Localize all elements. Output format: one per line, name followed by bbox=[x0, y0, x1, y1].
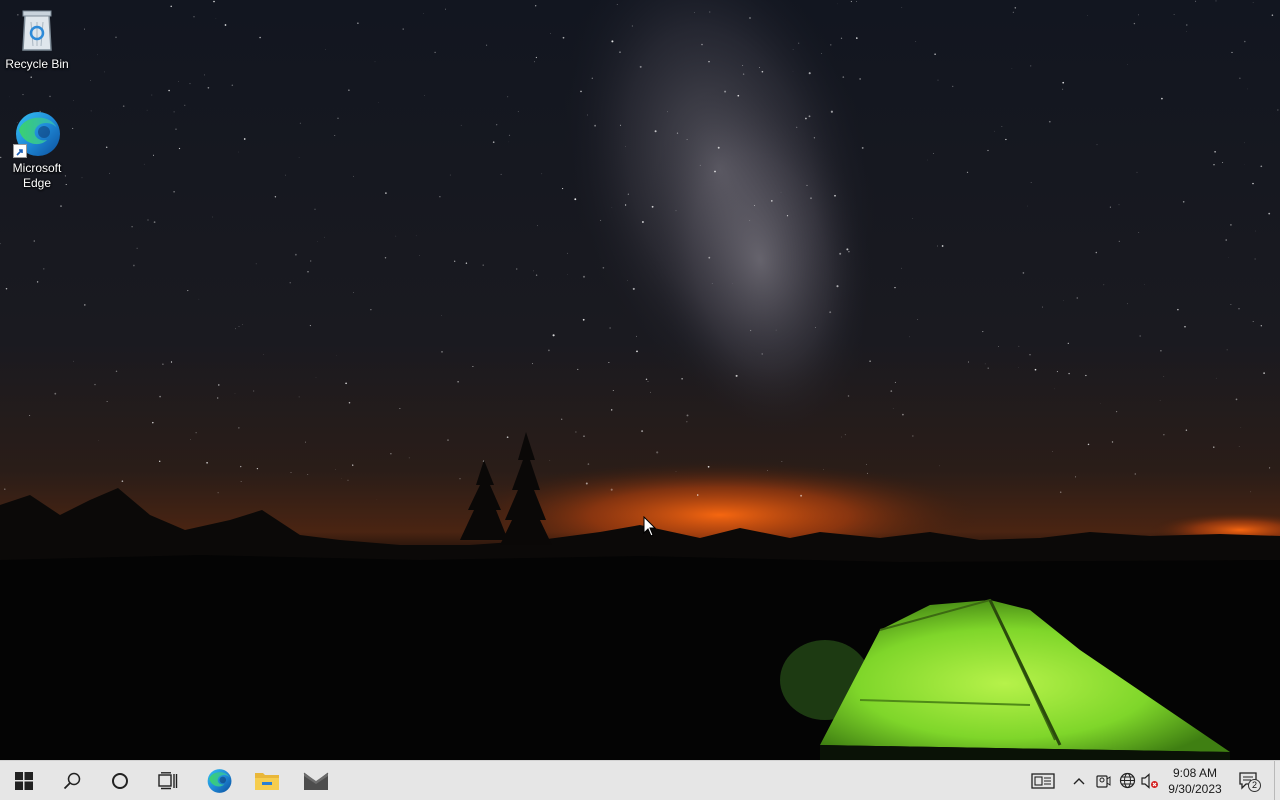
volume-muted-icon bbox=[1141, 772, 1158, 789]
recycle-bin-icon bbox=[13, 6, 61, 54]
search-icon bbox=[63, 772, 81, 789]
windows-logo-icon bbox=[15, 771, 33, 790]
meet-now-button[interactable] bbox=[1092, 761, 1114, 800]
taskbar: 9:08 AM 9/30/2023 2 bbox=[0, 760, 1280, 800]
desktop[interactable]: Recycle Bin Microsoft Edge bbox=[0, 0, 1280, 760]
globe-network-icon bbox=[1119, 772, 1135, 789]
microsoft-edge-label: Microsoft Edge bbox=[12, 161, 62, 190]
show-desktop-button[interactable] bbox=[1274, 761, 1280, 800]
notification-count-badge: 2 bbox=[1248, 779, 1261, 792]
news-widget-icon bbox=[1031, 772, 1055, 789]
action-center-button[interactable]: 2 bbox=[1234, 761, 1264, 800]
edge-icon bbox=[207, 768, 232, 793]
show-hidden-icons-button[interactable] bbox=[1068, 761, 1090, 800]
news-and-interests-button[interactable] bbox=[1028, 761, 1058, 800]
taskbar-mail-button[interactable] bbox=[292, 761, 340, 800]
volume-button[interactable] bbox=[1139, 761, 1161, 800]
mouse-cursor-icon bbox=[643, 516, 657, 537]
chevron-up-icon bbox=[1073, 777, 1085, 784]
search-button[interactable] bbox=[48, 761, 96, 800]
microsoft-edge-shortcut[interactable]: Microsoft Edge bbox=[0, 110, 74, 191]
cortana-circle-icon bbox=[112, 772, 128, 789]
shortcut-arrow-icon bbox=[13, 144, 27, 158]
cortana-button[interactable] bbox=[96, 761, 144, 800]
task-view-icon bbox=[158, 771, 178, 789]
clock-time: 9:08 AM bbox=[1172, 765, 1218, 780]
clock-date: 9/30/2023 bbox=[1168, 781, 1222, 796]
network-button[interactable] bbox=[1116, 761, 1138, 800]
taskbar-file-explorer-button[interactable] bbox=[243, 761, 291, 800]
mail-icon bbox=[303, 772, 329, 790]
start-button[interactable] bbox=[0, 761, 48, 800]
task-view-button[interactable] bbox=[144, 761, 192, 800]
taskbar-edge-button[interactable] bbox=[195, 761, 243, 800]
clock-button[interactable]: 9:08 AM 9/30/2023 bbox=[1163, 761, 1227, 800]
recycle-bin-shortcut[interactable]: Recycle Bin bbox=[0, 6, 74, 72]
meet-now-icon bbox=[1096, 774, 1111, 788]
folder-icon bbox=[255, 772, 279, 790]
recycle-bin-label: Recycle Bin bbox=[5, 57, 69, 71]
wallpaper-night-sky-tent bbox=[0, 0, 1280, 760]
edge-icon bbox=[13, 110, 61, 158]
